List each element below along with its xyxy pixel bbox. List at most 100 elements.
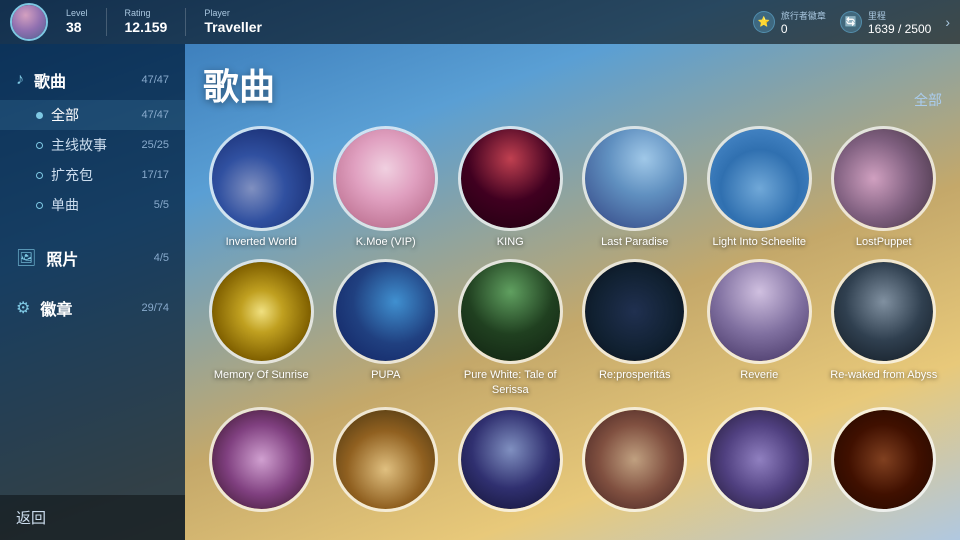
badge2-label: 里程 [868,9,931,22]
song-artwork [582,259,687,364]
rating-value: 12.159 [125,19,168,36]
sub-label: 扩充包 [51,165,133,185]
song-item[interactable]: K.Moe (VIP) [328,126,445,249]
sidebar-item-songs[interactable]: ♪ 歌曲 47/47 [0,60,185,100]
music-icon: ♪ [16,71,24,89]
sidebar-sub-item[interactable]: 单曲 5/5 [0,190,185,220]
song-artwork [333,259,438,364]
song-art-inner [585,129,684,228]
song-item[interactable]: Memory Of Sunrise [203,259,320,397]
song-name: Inverted World [226,235,297,249]
song-art-inner [336,410,435,509]
player-label: Player [204,8,262,19]
song-art-inner [710,262,809,361]
song-artwork [209,407,314,512]
song-item[interactable] [577,407,694,516]
song-name: Memory Of Sunrise [214,368,309,382]
song-artwork [707,407,812,512]
traveller-badge-icon: ⭐ [753,11,775,33]
topbar: Level 38 Rating 12.159 Player Traveller … [0,0,960,44]
sidebar-item-photos[interactable]: 🖼 照片 4/5 [0,238,185,278]
songs-sub-items: 全部 47/47 主线故事 25/25 扩充包 17/17 单曲 5/5 [0,100,185,220]
level-stat: Level 38 [66,8,88,36]
player-stat: Player Traveller [204,8,262,36]
level-label: Level [66,8,88,19]
badges-count: 29/74 [141,302,169,314]
songs-section: ♪ 歌曲 47/47 全部 47/47 主线故事 25/25 扩充包 17/17… [0,60,185,220]
sidebar: ♪ 歌曲 47/47 全部 47/47 主线故事 25/25 扩充包 17/17… [0,44,185,540]
song-item[interactable] [452,407,569,516]
song-item[interactable]: LostPuppet [826,126,943,249]
song-name: Light Into Scheelite [712,235,806,249]
photos-icon: 🖼 [16,248,36,268]
song-artwork [458,407,563,512]
song-item[interactable]: KING [452,126,569,249]
songs-count: 47/47 [141,74,169,86]
song-artwork [209,126,314,231]
song-artwork [333,407,438,512]
song-item[interactable]: PUPA [328,259,445,397]
mileage-badge-icon: 🔄 [840,11,862,33]
song-item[interactable] [203,407,320,516]
song-item[interactable]: Re-waked from Abyss [826,259,943,397]
sidebar-sub-item[interactable]: 全部 47/47 [0,100,185,130]
song-art-inner [336,262,435,361]
sub-label: 主线故事 [51,135,133,155]
back-button[interactable]: 返回 [0,495,185,540]
photos-label: 照片 [46,246,143,270]
filter-button[interactable]: 全部 [914,90,942,110]
main-content: 歌曲 全部 Inverted World K.Moe (VIP) KING Last … [185,44,960,540]
song-name: LostPuppet [856,235,912,249]
badge1-value: 0 [781,22,826,36]
topbar-right: ⭐ 旅行者徽章 0 🔄 里程 1639 / 2500 › [753,9,950,36]
song-artwork [707,126,812,231]
song-item[interactable]: Pure White: Tale of Serissa [452,259,569,397]
sidebar-sub-item[interactable]: 扩充包 17/17 [0,160,185,190]
song-art-inner [710,410,809,509]
song-artwork [582,126,687,231]
dot-icon [36,112,43,119]
song-item[interactable]: Reverie [701,259,818,397]
song-name: Re-waked from Abyss [830,368,937,382]
song-artwork [831,259,936,364]
song-item[interactable]: Inverted World [203,126,320,249]
song-art-inner [585,262,684,361]
sub-count: 25/25 [141,139,169,151]
song-art-inner [710,129,809,228]
sub-label: 单曲 [51,195,146,215]
avatar[interactable] [10,3,48,41]
song-item[interactable] [701,407,818,516]
song-name: Re:prosperitás [599,368,671,382]
traveller-badge: ⭐ 旅行者徽章 0 [753,9,826,36]
level-value: 38 [66,19,88,36]
sidebar-item-badges[interactable]: ⚙ 徽章 29/74 [0,288,185,328]
song-artwork [458,126,563,231]
badge2-value: 1639 / 2500 [868,22,931,36]
song-artwork [831,126,936,231]
badge1-label: 旅行者徽章 [781,9,826,22]
sub-count: 17/17 [141,169,169,181]
main-header: 歌曲 全部 [203,58,942,110]
songs-grid: Inverted World K.Moe (VIP) KING Last Paradi… [203,126,942,516]
sidebar-sub-item[interactable]: 主线故事 25/25 [0,130,185,160]
sub-label: 全部 [51,105,133,125]
song-art-inner [834,262,933,361]
badges-icon: ⚙ [16,298,30,318]
song-name: KING [497,235,524,249]
song-art-inner [336,129,435,228]
song-art-inner [461,410,560,509]
song-art-inner [834,129,933,228]
song-art-inner [461,262,560,361]
song-item[interactable] [826,407,943,516]
song-item[interactable] [328,407,445,516]
song-item[interactable]: Last Paradise [577,126,694,249]
song-name: PUPA [371,368,400,382]
song-art-inner [834,410,933,509]
song-item[interactable]: Re:prosperitás [577,259,694,397]
topbar-arrow[interactable]: › [945,14,950,30]
dot-icon [36,142,43,149]
song-item[interactable]: Light Into Scheelite [701,126,818,249]
rating-stat: Rating 12.159 [125,8,168,36]
divider2 [185,8,186,36]
song-artwork [582,407,687,512]
